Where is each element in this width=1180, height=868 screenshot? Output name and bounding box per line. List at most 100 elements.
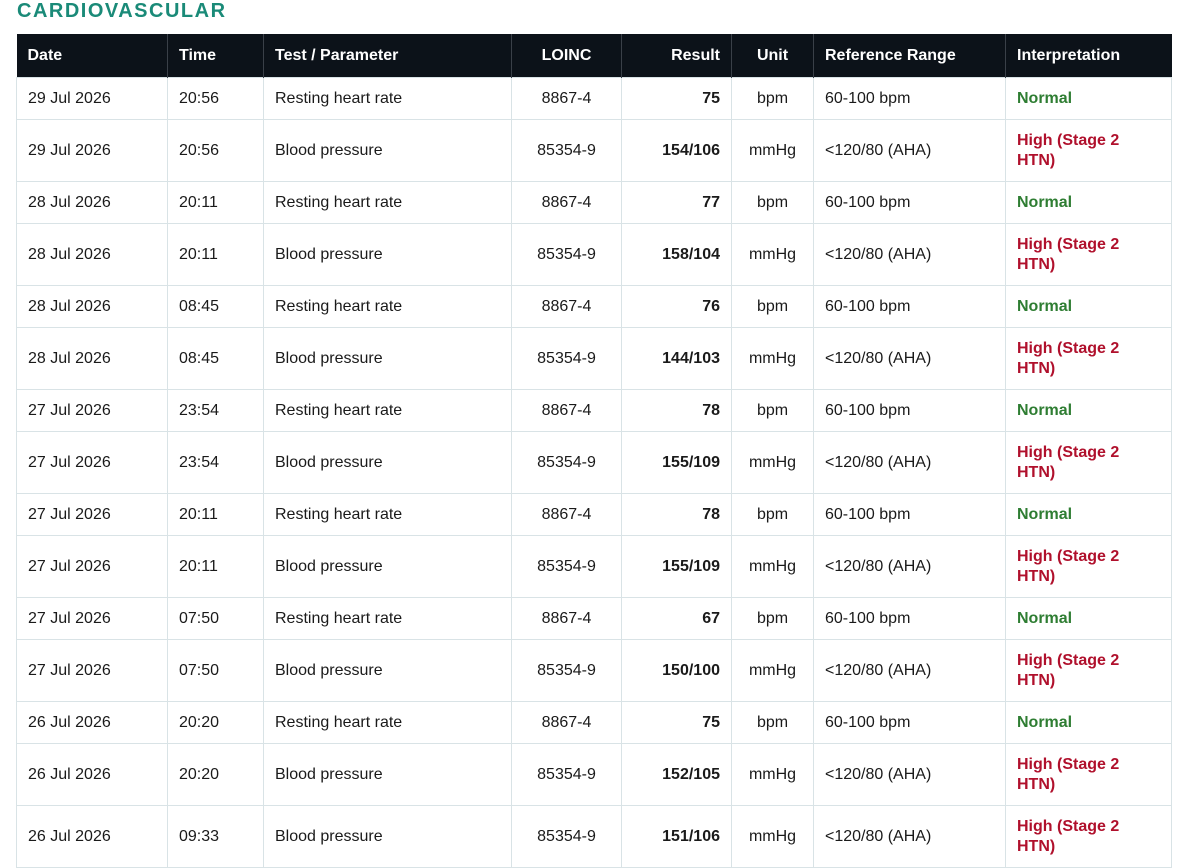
cell-test: Blood pressure <box>263 743 512 806</box>
cell-interpretation: Normal <box>1005 77 1172 120</box>
cell-unit: bpm <box>731 181 814 224</box>
table-row: 29 Jul 2026 20:56 Blood pressure 85354-9 154… <box>16 119 1172 182</box>
cell-interpretation: Normal <box>1005 597 1172 640</box>
column-header-loinc: LOINC <box>511 34 622 78</box>
cell-test: Resting heart rate <box>263 389 512 432</box>
cell-result: 144/103 <box>621 327 732 390</box>
interpretation-badge: High (Stage 2 HTN) <box>1017 235 1120 273</box>
cell-time: 23:54 <box>167 431 264 494</box>
cell-date: 27 Jul 2026 <box>16 431 168 494</box>
interpretation-badge: Normal <box>1017 193 1073 211</box>
cell-date: 27 Jul 2026 <box>16 639 168 702</box>
cell-test: Resting heart rate <box>263 77 512 120</box>
cell-unit: mmHg <box>731 535 814 598</box>
cell-result: 78 <box>621 493 732 536</box>
section-title: CARDIOVASCULAR <box>17 0 227 22</box>
column-header-unit: Unit <box>731 34 814 78</box>
results-table: Date Time Test / Parameter LOINC Result … <box>16 34 1172 868</box>
cell-reference-range: <120/80 (AHA) <box>813 639 1006 702</box>
cell-reference-range: <120/80 (AHA) <box>813 223 1006 286</box>
cell-test: Blood pressure <box>263 119 512 182</box>
cell-date: 28 Jul 2026 <box>16 223 168 286</box>
cell-test: Blood pressure <box>263 639 512 702</box>
cell-test: Resting heart rate <box>263 493 512 536</box>
cell-result: 150/100 <box>621 639 732 702</box>
cell-interpretation: Normal <box>1005 285 1172 328</box>
table-row: 26 Jul 2026 09:33 Blood pressure 85354-9 151… <box>16 805 1172 868</box>
cell-reference-range: <120/80 (AHA) <box>813 431 1006 494</box>
cell-test: Resting heart rate <box>263 597 512 640</box>
cell-unit: mmHg <box>731 223 814 286</box>
column-header-date: Date <box>16 34 168 78</box>
cell-reference-range: <120/80 (AHA) <box>813 743 1006 806</box>
cell-loinc: 8867-4 <box>511 701 622 744</box>
cell-time: 20:56 <box>167 77 264 120</box>
cell-loinc: 85354-9 <box>511 119 622 182</box>
cell-reference-range: <120/80 (AHA) <box>813 535 1006 598</box>
cell-test: Blood pressure <box>263 431 512 494</box>
cell-unit: bpm <box>731 597 814 640</box>
cell-time: 20:11 <box>167 493 264 536</box>
cell-date: 26 Jul 2026 <box>16 743 168 806</box>
column-header-reference-range: Reference Range <box>813 34 1006 78</box>
cell-date: 27 Jul 2026 <box>16 389 168 432</box>
cell-loinc: 85354-9 <box>511 639 622 702</box>
cell-loinc: 8867-4 <box>511 389 622 432</box>
cell-date: 27 Jul 2026 <box>16 597 168 640</box>
cell-result: 67 <box>621 597 732 640</box>
cell-test: Blood pressure <box>263 805 512 868</box>
cell-time: 23:54 <box>167 389 264 432</box>
cell-date: 28 Jul 2026 <box>16 285 168 328</box>
cell-date: 28 Jul 2026 <box>16 327 168 390</box>
header-row: Date Time Test / Parameter LOINC Result … <box>16 34 1172 78</box>
interpretation-badge: Normal <box>1017 401 1073 419</box>
cell-interpretation: High (Stage 2 HTN) <box>1005 223 1172 286</box>
cell-test: Blood pressure <box>263 535 512 598</box>
cell-date: 26 Jul 2026 <box>16 805 168 868</box>
column-header-test: Test / Parameter <box>263 34 512 78</box>
table-row: 27 Jul 2026 07:50 Resting heart rate 8867-4… <box>16 597 1172 640</box>
cell-result: 155/109 <box>621 535 732 598</box>
cell-date: 27 Jul 2026 <box>16 535 168 598</box>
cell-date: 26 Jul 2026 <box>16 701 168 744</box>
cell-test: Blood pressure <box>263 327 512 390</box>
cell-unit: bpm <box>731 285 814 328</box>
table-row: 26 Jul 2026 20:20 Blood pressure 85354-9 152… <box>16 743 1172 806</box>
column-header-result: Result <box>621 34 732 78</box>
cell-time: 09:33 <box>167 805 264 868</box>
cell-loinc: 8867-4 <box>511 493 622 536</box>
cell-time: 07:50 <box>167 597 264 640</box>
cell-result: 78 <box>621 389 732 432</box>
cell-loinc: 8867-4 <box>511 597 622 640</box>
cell-reference-range: 60-100 bpm <box>813 493 1006 536</box>
table-row: 27 Jul 2026 20:11 Resting heart rate 8867-4… <box>16 493 1172 536</box>
interpretation-badge: High (Stage 2 HTN) <box>1017 131 1120 169</box>
cell-unit: bpm <box>731 493 814 536</box>
cell-interpretation: High (Stage 2 HTN) <box>1005 805 1172 868</box>
cell-loinc: 85354-9 <box>511 805 622 868</box>
table-row: 29 Jul 2026 20:56 Resting heart rate 8867-4… <box>16 77 1172 120</box>
cell-loinc: 8867-4 <box>511 181 622 224</box>
cell-test: Blood pressure <box>263 223 512 286</box>
table-header: Date Time Test / Parameter LOINC Result … <box>16 34 1172 78</box>
cell-unit: mmHg <box>731 639 814 702</box>
column-header-time: Time <box>167 34 264 78</box>
cell-result: 151/106 <box>621 805 732 868</box>
table-row: 27 Jul 2026 23:54 Blood pressure 85354-9 155… <box>16 431 1172 494</box>
cell-interpretation: High (Stage 2 HTN) <box>1005 119 1172 182</box>
cell-unit: mmHg <box>731 119 814 182</box>
column-header-interpretation: Interpretation <box>1005 34 1172 78</box>
cell-unit: bpm <box>731 389 814 432</box>
cell-interpretation: Normal <box>1005 181 1172 224</box>
interpretation-badge: High (Stage 2 HTN) <box>1017 755 1120 793</box>
cell-time: 20:56 <box>167 119 264 182</box>
table-row: 28 Jul 2026 20:11 Resting heart rate 8867-4… <box>16 181 1172 224</box>
cell-result: 75 <box>621 77 732 120</box>
table-row: 28 Jul 2026 08:45 Blood pressure 85354-9 144… <box>16 327 1172 390</box>
cell-unit: mmHg <box>731 743 814 806</box>
cell-loinc: 85354-9 <box>511 431 622 494</box>
interpretation-badge: High (Stage 2 HTN) <box>1017 651 1120 689</box>
cell-time: 20:20 <box>167 701 264 744</box>
interpretation-badge: High (Stage 2 HTN) <box>1017 443 1120 481</box>
table-row: 28 Jul 2026 08:45 Resting heart rate 8867-4… <box>16 285 1172 328</box>
